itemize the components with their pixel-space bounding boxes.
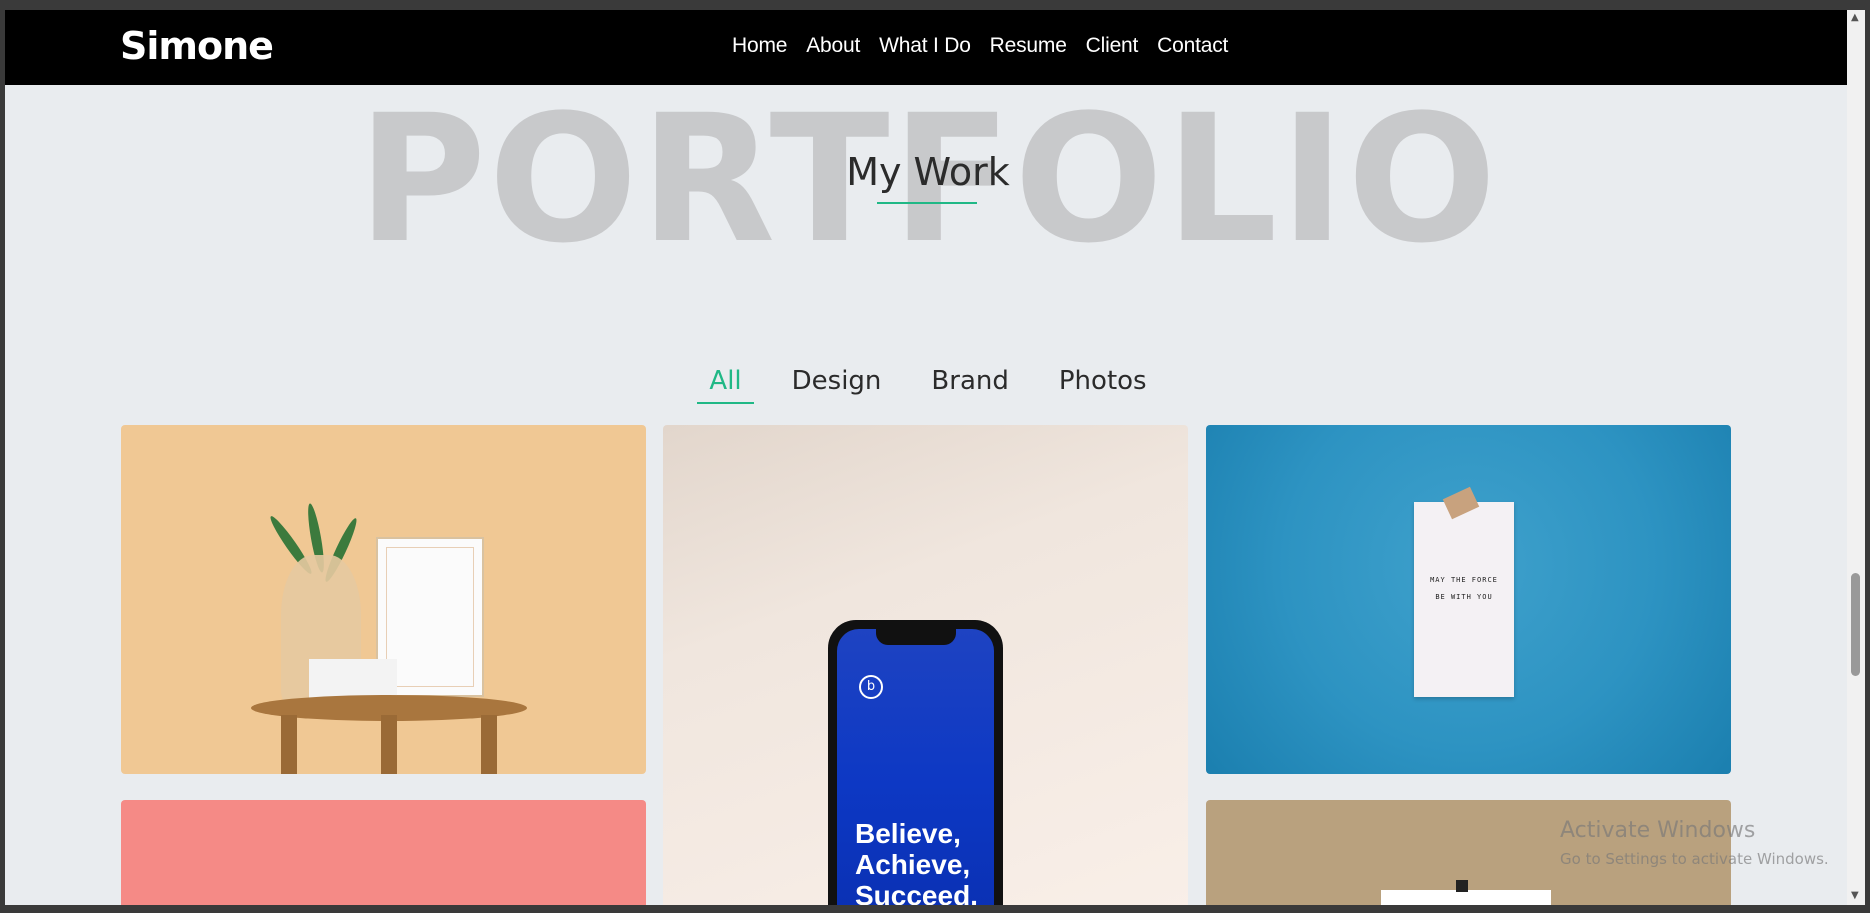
phone-notch (875, 629, 956, 645)
scroll-up-arrow-icon[interactable]: ▲ (1851, 12, 1859, 23)
frame-inner-border (386, 547, 474, 687)
portfolio-item-note[interactable]: MAY THE FORCE BE WITH YOU (1206, 425, 1731, 774)
section-title: My Work (846, 150, 1010, 194)
nav-link-about[interactable]: About (806, 34, 860, 58)
stool-leg (281, 715, 297, 774)
activate-windows-subtitle: Go to Settings to activate Windows. (1560, 850, 1829, 868)
paper-sheet (1381, 890, 1551, 905)
scroll-down-arrow-icon[interactable]: ▼ (1851, 890, 1859, 901)
phone-text-line: Achieve, (855, 848, 971, 880)
phone-screen-text: Believe, Achieve, Succeed, (855, 818, 978, 905)
paper-note: MAY THE FORCE BE WITH YOU (1414, 502, 1514, 697)
filter-photos[interactable]: Photos (1047, 366, 1159, 402)
filter-design[interactable]: Design (780, 366, 894, 402)
filter-all[interactable]: All (697, 366, 754, 404)
brand-logo[interactable]: Simone (120, 24, 274, 68)
scroll-thumb[interactable] (1851, 573, 1860, 676)
portfolio-filters: All Design Brand Photos (5, 366, 1851, 404)
filter-brand[interactable]: Brand (919, 366, 1020, 402)
note-text-line: BE WITH YOU (1435, 592, 1493, 601)
stool-leg (481, 715, 497, 774)
phone-text-line: Succeed, (855, 879, 978, 905)
phone-screen: b Believe, Achieve, Succeed, (837, 629, 994, 905)
b-logo-icon: b (859, 675, 883, 699)
nav-links: Home About What I Do Resume Client Conta… (732, 34, 1247, 58)
portfolio-item-phone[interactable]: b Believe, Achieve, Succeed, (663, 425, 1188, 905)
smartphone: b Believe, Achieve, Succeed, (828, 620, 1003, 905)
activate-windows-title: Activate Windows (1560, 818, 1756, 843)
navbar: Simone Home About What I Do Resume Clien… (5, 10, 1851, 85)
note-text: MAY THE FORCE BE WITH YOU (1414, 572, 1514, 606)
vertical-scrollbar[interactable]: ▲ ▼ (1847, 10, 1865, 905)
nav-link-contact[interactable]: Contact (1157, 34, 1228, 58)
nav-link-resume[interactable]: Resume (990, 34, 1067, 58)
nav-link-what-i-do[interactable]: What I Do (879, 34, 971, 58)
phone-text-line: Believe, (855, 818, 961, 849)
nav-link-home[interactable]: Home (732, 34, 787, 58)
title-underline (877, 202, 977, 204)
binder-clip (1456, 880, 1468, 892)
browser-viewport: Simone Home About What I Do Resume Clien… (5, 10, 1851, 905)
portfolio-item-frame-on-stool[interactable] (121, 425, 646, 774)
nav-link-client[interactable]: Client (1086, 34, 1139, 58)
stool-leg (381, 715, 397, 774)
portfolio-item-pink[interactable] (121, 800, 646, 905)
note-text-line: MAY THE FORCE (1430, 576, 1498, 584)
